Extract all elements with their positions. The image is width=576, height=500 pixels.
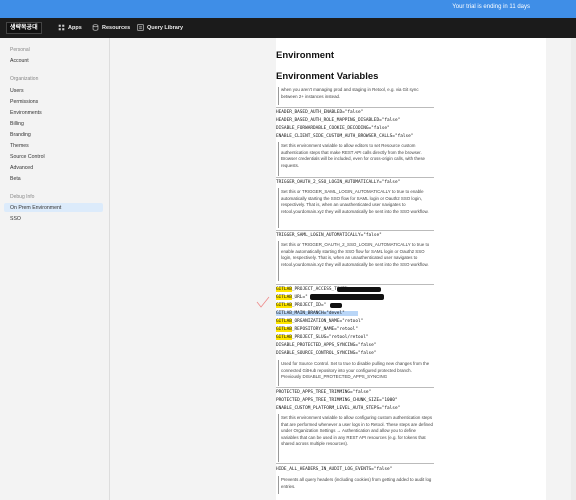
nav-apps-label: Apps — [68, 24, 82, 31]
env-var-description: Set this environment variable to allow e… — [281, 143, 425, 168]
sidebar-section-personal: Personal — [10, 47, 30, 53]
top-navigation: 생략목공대 Apps Resources Query Library — [0, 18, 576, 38]
annotation-check-icon — [256, 296, 270, 308]
nav-resources[interactable]: Resources — [92, 24, 130, 31]
divider — [276, 107, 434, 108]
nav-apps[interactable]: Apps — [58, 24, 82, 31]
env-var: TRIGGER_SAML_LOGIN_AUTOMATICALLY="false" — [276, 233, 382, 238]
settings-sidebar: Personal Account Organization Users Perm… — [0, 38, 110, 500]
description-bar — [278, 188, 279, 228]
redaction-mark — [310, 294, 384, 300]
sidebar-item-beta[interactable]: Beta — [10, 176, 21, 182]
sidebar-section-debug: Debug Info — [10, 194, 35, 200]
nav-query-library-label: Query Library — [147, 24, 184, 31]
description-bar — [278, 414, 279, 462]
intro-description: when you aren't managing prod and stagin… — [281, 87, 419, 99]
env-var-gitlab-org: GITLAB_ORGANIZATION_NAME="retool" — [276, 319, 364, 324]
trial-banner: Your trial is ending in 11 days — [0, 0, 576, 18]
divider — [276, 387, 434, 388]
env-var-description: Used for Source Control. Set to true to … — [281, 361, 430, 380]
env-var-gitlab-slug: GITLAB_PROJECT_SLUG="retool/retool" — [276, 335, 369, 340]
env-var-gitlab-branch: GITLAB_MAIN_BRANCH="devel" — [276, 311, 358, 316]
sidebar-item-environments[interactable]: Environments — [10, 110, 42, 116]
description-bar — [278, 87, 279, 105]
env-var: HEADER_BASED_AUTH_ROLE_MAPPING_DISABLED=… — [276, 118, 401, 123]
env-var: ENABLE_CUSTOM_PLATFORM_LEVEL_AUTH_STEPS=… — [276, 406, 401, 411]
env-var-gitlab-url: GITLAB_URL=" — [276, 295, 308, 300]
env-var: PROTECTED_APPS_TREE_TRIMMING_CHUNK_SIZE=… — [276, 398, 398, 403]
sidebar-section-organization: Organization — [10, 76, 39, 82]
sidebar-item-source-control[interactable]: Source Control — [10, 154, 45, 160]
divider — [276, 284, 434, 285]
description-bar — [278, 476, 279, 494]
sidebar-item-themes[interactable]: Themes — [10, 143, 29, 149]
description-bar — [278, 142, 279, 176]
sidebar-item-billing[interactable]: Billing — [10, 121, 24, 127]
sidebar-item-permissions[interactable]: Permissions — [10, 99, 38, 105]
sidebar-item-account[interactable]: Account — [10, 58, 29, 64]
env-var: PROTECTED_APPS_TREE_TRIMMING="false" — [276, 390, 372, 395]
env-var-description: Set this or TRIGGER_OAUTH_2_SSO_LOGIN_AU… — [281, 242, 430, 267]
divider — [276, 463, 434, 464]
divider — [276, 177, 434, 178]
env-var: DISABLE_SOURCE_CONTROL_SYNCING="false" — [276, 351, 377, 356]
description-bar — [278, 360, 279, 386]
divider — [276, 230, 434, 231]
redaction-mark — [330, 303, 342, 308]
org-logo[interactable]: 생략목공대 — [6, 22, 42, 34]
section-title-env-vars: Environment Variables — [276, 71, 379, 82]
sidebar-item-branding[interactable]: Branding — [10, 132, 31, 138]
database-icon — [92, 24, 99, 31]
env-var-description: Prevents all query headers (including co… — [281, 477, 432, 489]
redaction-mark — [337, 287, 381, 292]
sidebar-item-on-prem-environment[interactable]: On Prem Environment — [10, 205, 61, 211]
page-title: Environment — [276, 50, 335, 61]
page-scrollbar[interactable] — [571, 38, 576, 500]
apps-icon — [58, 24, 65, 31]
env-var: ENABLE_CLIENT_SIDE_CUSTOM_AUTH_BROWSER_C… — [276, 134, 414, 139]
sidebar-item-advanced[interactable]: Advanced — [10, 165, 33, 171]
env-var: HIDE_ALL_HEADERS_IN_AUDIT_LOG_EVENTS="fa… — [276, 467, 393, 472]
env-var: TRIGGER_OAUTH_2_SSO_LOGIN_AUTOMATICALLY=… — [276, 180, 401, 185]
env-var-description: Set this environment variable to allow c… — [281, 415, 433, 447]
trial-text: Your trial is ending in 11 days — [452, 4, 530, 10]
env-var: DISABLE_FORWARDABLE_COOKIE_DECODING="fal… — [276, 126, 390, 131]
env-var-gitlab-repo: GITLAB_REPOSITORY_NAME="retool" — [276, 327, 358, 332]
env-var-gitlab-project-id: GITLAB_PROJECT_ID=" — [276, 303, 327, 308]
nav-resources-label: Resources — [102, 24, 131, 31]
env-var: HEADER_BASED_AUTH_ENABLED="false" — [276, 110, 364, 115]
sidebar-item-sso[interactable]: SSO — [10, 216, 21, 222]
env-var: DISABLE_PROTECTED_APPS_SYNCING="false" — [276, 343, 377, 348]
nav-query-library[interactable]: Query Library — [137, 24, 183, 31]
library-icon — [137, 24, 144, 31]
env-var-description: Set this or TRIGGER_SAML_LOGIN_AUTOMATIC… — [281, 189, 429, 214]
sidebar-item-users[interactable]: Users — [10, 88, 24, 94]
description-bar — [278, 241, 279, 281]
